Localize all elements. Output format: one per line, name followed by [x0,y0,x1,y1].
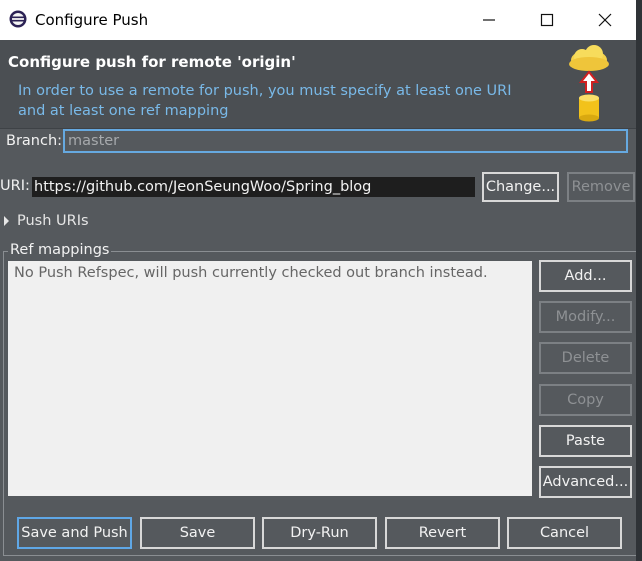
close-icon [598,13,612,27]
copy-button[interactable]: Copy [539,384,632,416]
window-title: Configure Push [35,11,149,29]
header-description: In order to use a remote for push, you m… [18,83,512,119]
add-button[interactable]: Add... [539,260,632,292]
close-button[interactable] [576,0,634,40]
refspec-list[interactable]: No Push Refspec, will push currently che… [8,261,532,496]
cancel-button[interactable]: Cancel [507,517,622,549]
branch-input[interactable]: master [63,129,628,153]
change-uri-button[interactable]: Change... [482,172,559,202]
paste-button[interactable]: Paste [539,425,632,457]
advanced-button[interactable]: Advanced... [539,466,632,498]
modify-button[interactable]: Modify... [539,301,632,333]
revert-button[interactable]: Revert [385,517,500,549]
push-uris-toggle[interactable]: Push URIs [4,213,89,229]
delete-button[interactable]: Delete [539,342,632,374]
minimize-icon [483,19,495,21]
minimize-button[interactable] [460,0,518,40]
maximize-icon [540,13,554,27]
window-edge [636,0,642,561]
expand-arrow-icon [4,216,9,226]
ref-mappings-label: Ref mappings [8,242,112,258]
configure-push-dialog: Configure Push Configure push for remote… [0,0,642,561]
uri-field[interactable]: https://github.com/JeonSeungWoo/Spring_b… [32,177,475,197]
header-title: Configure push for remote 'origin' [8,53,296,71]
remove-uri-button[interactable]: Remove [567,172,635,202]
eclipse-app-icon [9,10,27,28]
cloud-push-icon [569,45,609,122]
title-bar: Configure Push [0,0,642,40]
push-uris-label: Push URIs [17,213,89,229]
dry-run-button[interactable]: Dry-Run [262,517,377,549]
branch-label: Branch: [6,133,63,149]
save-button[interactable]: Save [140,517,255,549]
maximize-button[interactable] [518,0,576,40]
refspec-empty-text: No Push Refspec, will push currently che… [14,265,488,281]
uri-label: URI: [0,178,30,194]
save-and-push-button[interactable]: Save and Push [17,517,132,549]
